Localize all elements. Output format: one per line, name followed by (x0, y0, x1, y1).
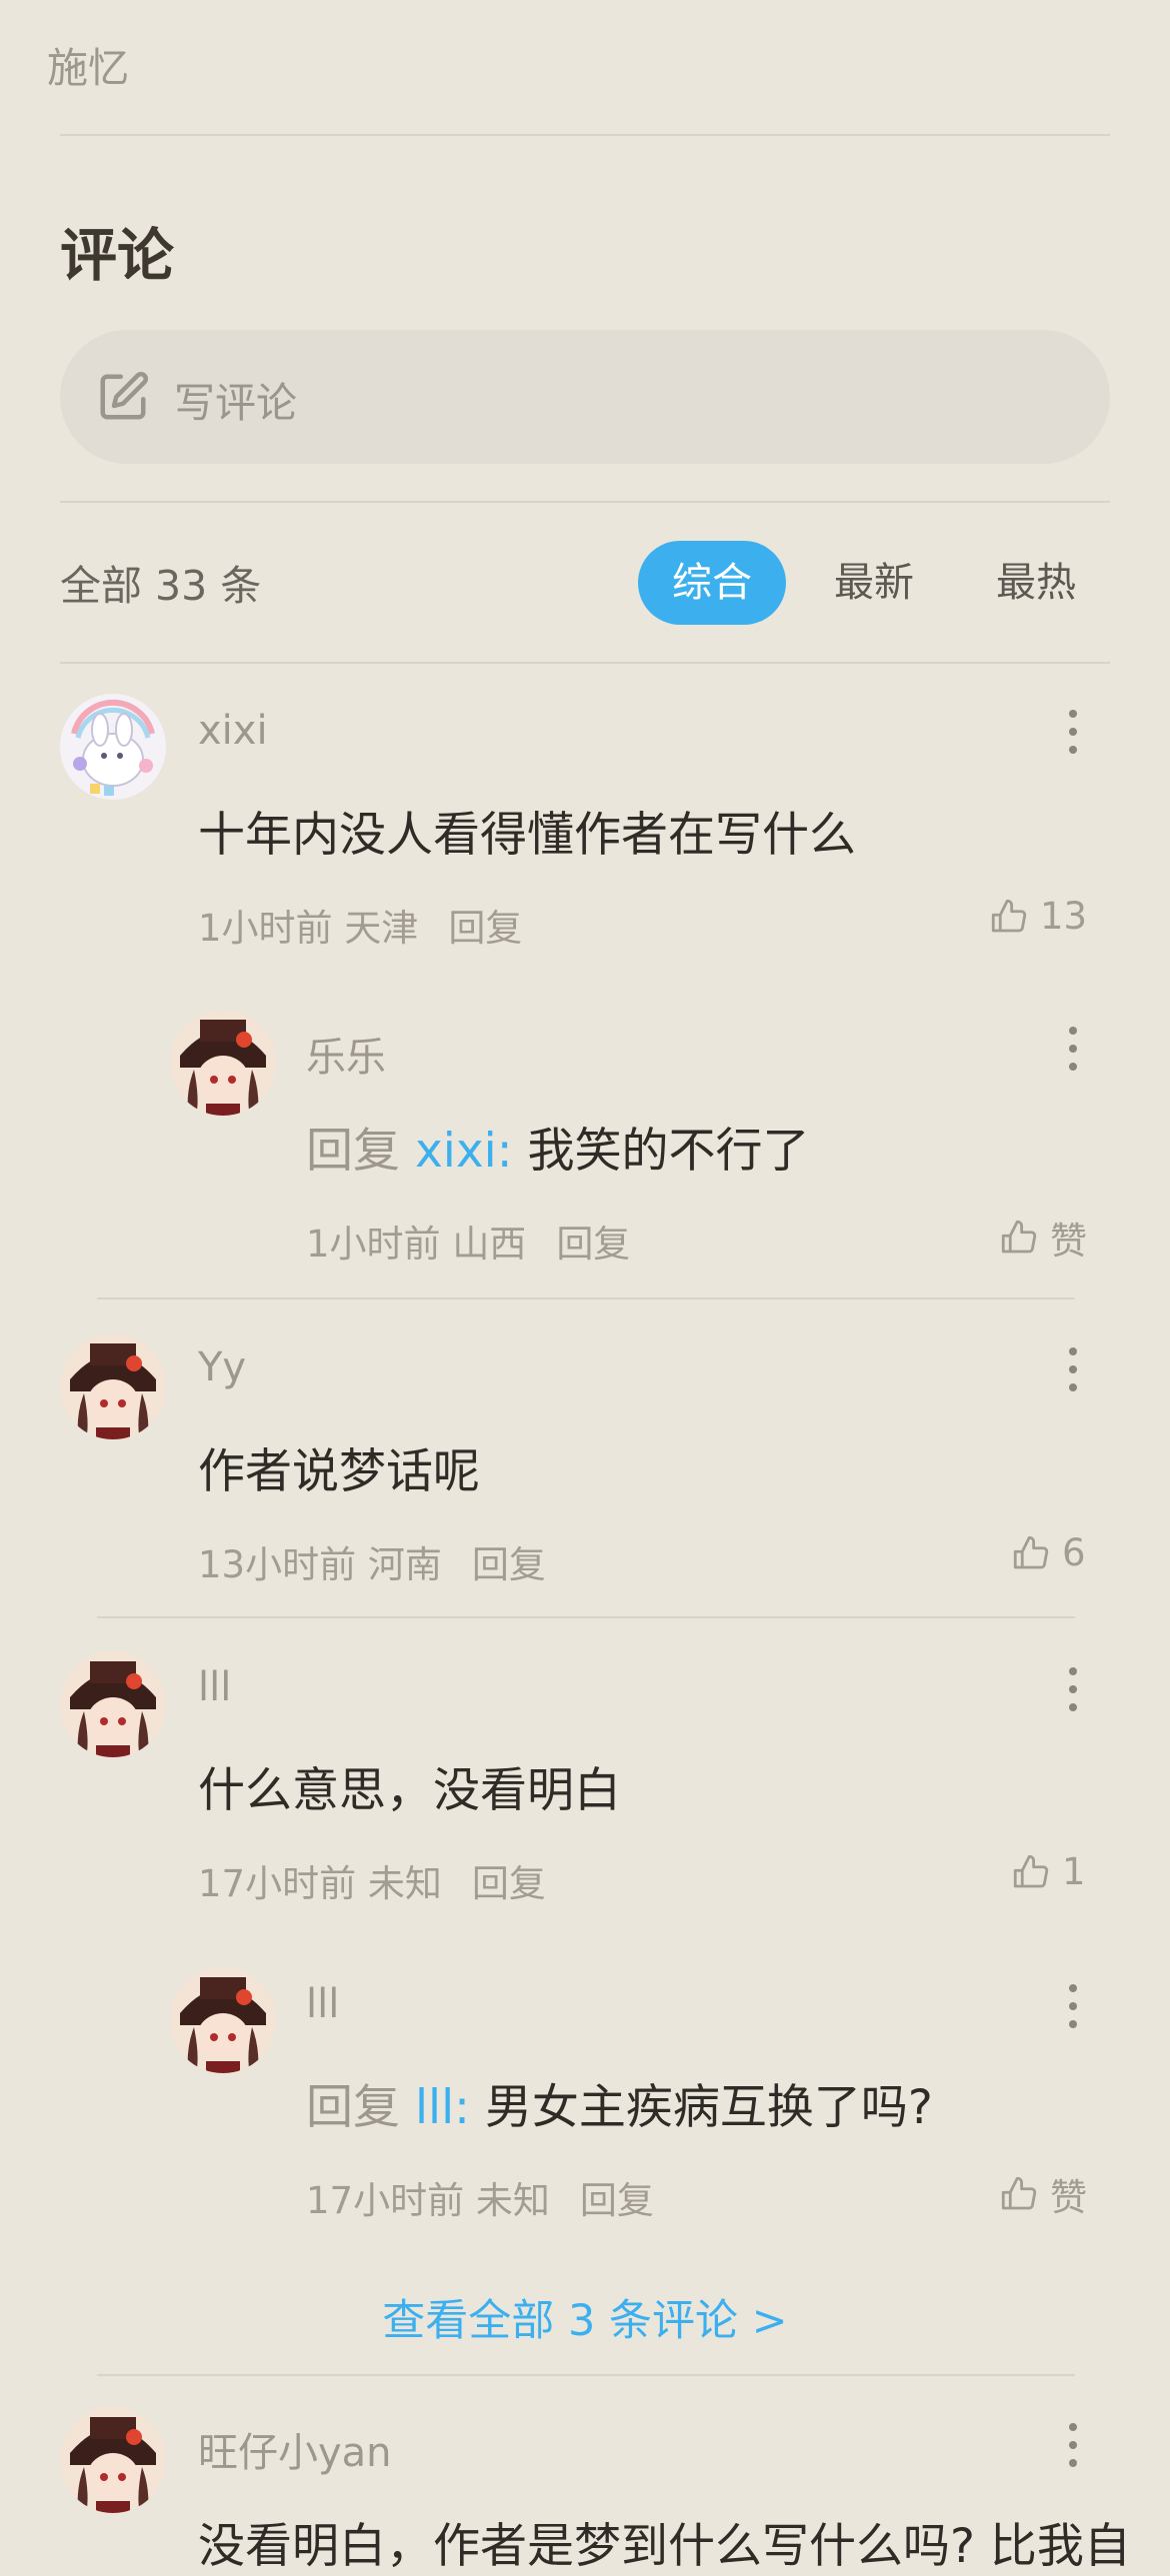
comment-count: 全部 33 条 (60, 562, 262, 610)
more-icon[interactable] (1063, 1345, 1083, 1393)
more-icon[interactable] (1063, 1665, 1083, 1713)
avatar[interactable] (60, 694, 166, 800)
reply-button[interactable]: 回复 (472, 1543, 546, 1586)
tab-hottest[interactable]: 最热 (974, 541, 1098, 625)
avatar[interactable] (60, 1651, 166, 1757)
view-all-replies-link[interactable]: 查看全部 3 条评论 > (0, 2286, 1170, 2348)
more-icon[interactable] (1063, 708, 1083, 756)
comment-text: 十年内没人看得懂作者在写什么 (198, 808, 856, 863)
reply-button[interactable]: 回复 (580, 2179, 654, 2222)
like-button[interactable]: 1 (1010, 1850, 1086, 1893)
more-icon[interactable] (1063, 2421, 1083, 2469)
thumbs-up-icon (1001, 1220, 1037, 1254)
comment-text: 作者说梦话呢 (198, 1444, 480, 1499)
thumbs-up-icon (1013, 1535, 1049, 1568)
more-icon[interactable] (1063, 1982, 1083, 2030)
reply-button[interactable]: 回复 (448, 907, 522, 950)
reply-button[interactable]: 回复 (556, 1223, 630, 1266)
write-comment-input[interactable]: 写评论 (60, 330, 1110, 464)
avatar[interactable] (170, 1010, 276, 1116)
comment-meta: 1小时前 山西 回复 (306, 1223, 631, 1266)
avatar[interactable] (60, 1333, 166, 1439)
thumbs-up-icon (1001, 2176, 1037, 2210)
comment-author[interactable]: Yy (198, 1344, 246, 1390)
divider (60, 662, 1110, 664)
thumbs-up-icon (991, 899, 1027, 932)
author-name[interactable]: 施忆 (47, 34, 129, 94)
divider (60, 134, 1110, 136)
like-button[interactable]: 赞 (998, 2167, 1087, 2221)
edit-icon (100, 372, 148, 420)
reply-text: 回复 xixi: 我笑的不行了 (306, 1124, 810, 1179)
avatar[interactable] (60, 2407, 166, 2513)
reply-text: 回复 lll: 男女主疾病互换了吗? (306, 2080, 933, 2135)
comment-text: 没看明白，作者是梦到什么写什么吗? 比我自 (198, 2519, 1131, 2574)
tab-latest[interactable]: 最新 (812, 541, 936, 625)
reply-button[interactable]: 回复 (472, 1862, 546, 1905)
comment-meta: 17小时前 未知 回复 (306, 2179, 654, 2222)
comment-meta: 1小时前 天津 回复 (198, 907, 523, 950)
comment-meta: 13小时前 河南 回复 (198, 1543, 546, 1586)
comment-text: 什么意思，没看明白 (198, 1763, 621, 1818)
tab-comprehensive[interactable]: 综合 (638, 541, 786, 625)
comment-author[interactable]: 乐乐 (306, 1025, 386, 1083)
avatar[interactable] (170, 1967, 276, 2073)
thumbs-up-icon (1013, 1854, 1049, 1887)
like-button[interactable]: 13 (988, 895, 1087, 938)
divider (97, 2374, 1075, 2376)
like-button[interactable]: 6 (1010, 1531, 1086, 1574)
divider (97, 1297, 1075, 1299)
comment-author[interactable]: lll (306, 1981, 339, 2027)
comment-author[interactable]: lll (198, 1664, 231, 1710)
comments-title: 评论 (60, 223, 174, 289)
comment-meta: 17小时前 未知 回复 (198, 1862, 546, 1905)
like-button[interactable]: 赞 (998, 1211, 1087, 1265)
mention-link[interactable]: xixi (415, 1124, 497, 1179)
comment-author[interactable]: 旺仔小yan (198, 2420, 392, 2478)
divider (97, 1616, 1075, 1618)
write-comment-placeholder: 写评论 (174, 379, 297, 427)
divider (60, 501, 1110, 503)
comment-author[interactable]: xixi (198, 708, 268, 754)
mention-link[interactable]: lll (415, 2080, 454, 2135)
more-icon[interactable] (1063, 1025, 1083, 1073)
